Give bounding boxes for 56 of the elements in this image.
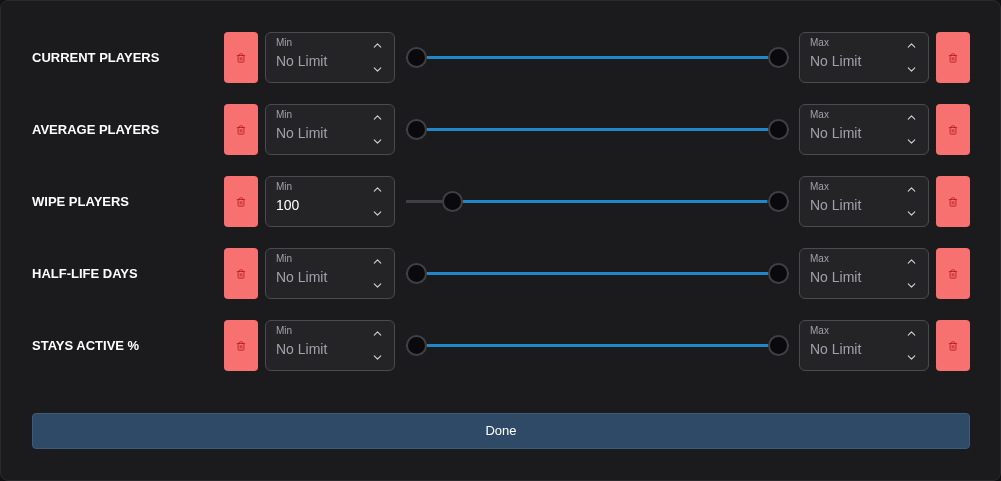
filter-label: STAYS ACTIVE % bbox=[32, 336, 141, 355]
field-label: Max bbox=[810, 37, 830, 49]
number-field[interactable]: Max No Limit bbox=[799, 248, 929, 299]
field-label: Min bbox=[276, 109, 294, 121]
filter-label: HALF-LIFE DAYS bbox=[32, 264, 139, 283]
slider-thumb[interactable] bbox=[405, 119, 427, 140]
field-label: Max bbox=[810, 109, 830, 121]
slider-thumb[interactable] bbox=[405, 47, 427, 68]
number-field[interactable]: Min 100 bbox=[265, 176, 395, 227]
number-input[interactable]: No Limit bbox=[810, 123, 900, 143]
slider-thumb[interactable] bbox=[767, 47, 789, 68]
number-input[interactable]: No Limit bbox=[276, 267, 366, 287]
number-field[interactable]: Min No Limit bbox=[265, 32, 395, 83]
number-input[interactable]: No Limit bbox=[810, 267, 900, 287]
number-input[interactable]: No Limit bbox=[810, 195, 900, 215]
trash-icon bbox=[948, 196, 958, 207]
done-button[interactable]: Done bbox=[32, 413, 970, 449]
trash-icon bbox=[236, 124, 246, 135]
trash-icon bbox=[948, 340, 958, 351]
number-input[interactable]: No Limit bbox=[276, 51, 366, 71]
field-label: Min bbox=[276, 181, 294, 193]
slider-thumb[interactable] bbox=[767, 263, 789, 284]
number-input[interactable]: 100 bbox=[276, 195, 366, 215]
number-input[interactable]: No Limit bbox=[276, 123, 366, 143]
filter-label: AVERAGE PLAYERS bbox=[32, 120, 161, 139]
trash-icon bbox=[948, 124, 958, 135]
slider-thumb[interactable] bbox=[767, 119, 789, 140]
number-input[interactable]: No Limit bbox=[810, 51, 900, 71]
number-field[interactable]: Max No Limit bbox=[799, 176, 929, 227]
slider-thumb[interactable] bbox=[767, 191, 789, 212]
trash-icon bbox=[236, 196, 246, 207]
filter-label: WIPE PLAYERS bbox=[32, 192, 131, 211]
number-field[interactable]: Max No Limit bbox=[799, 32, 929, 83]
number-input[interactable]: No Limit bbox=[810, 339, 900, 359]
number-input[interactable]: No Limit bbox=[276, 339, 366, 359]
slider-thumb[interactable] bbox=[767, 335, 789, 356]
number-field[interactable]: Min No Limit bbox=[265, 320, 395, 371]
trash-icon bbox=[948, 52, 958, 63]
trash-icon bbox=[948, 268, 958, 279]
field-label: Min bbox=[276, 325, 294, 337]
number-field[interactable]: Min No Limit bbox=[265, 248, 395, 299]
filter-label: CURRENT PLAYERS bbox=[32, 48, 161, 67]
field-label: Min bbox=[276, 253, 294, 265]
trash-icon bbox=[236, 340, 246, 351]
field-label: Max bbox=[810, 181, 830, 193]
trash-icon bbox=[236, 268, 246, 279]
field-label: Max bbox=[810, 253, 830, 265]
number-field[interactable]: Max No Limit bbox=[799, 104, 929, 155]
slider-thumb[interactable] bbox=[405, 335, 427, 356]
field-label: Min bbox=[276, 37, 294, 49]
trash-icon bbox=[236, 52, 246, 63]
slider-thumb[interactable] bbox=[441, 191, 463, 212]
slider-thumb[interactable] bbox=[405, 263, 427, 284]
number-field[interactable]: Min No Limit bbox=[265, 104, 395, 155]
field-label: Max bbox=[810, 325, 830, 337]
number-field[interactable]: Max No Limit bbox=[799, 320, 929, 371]
